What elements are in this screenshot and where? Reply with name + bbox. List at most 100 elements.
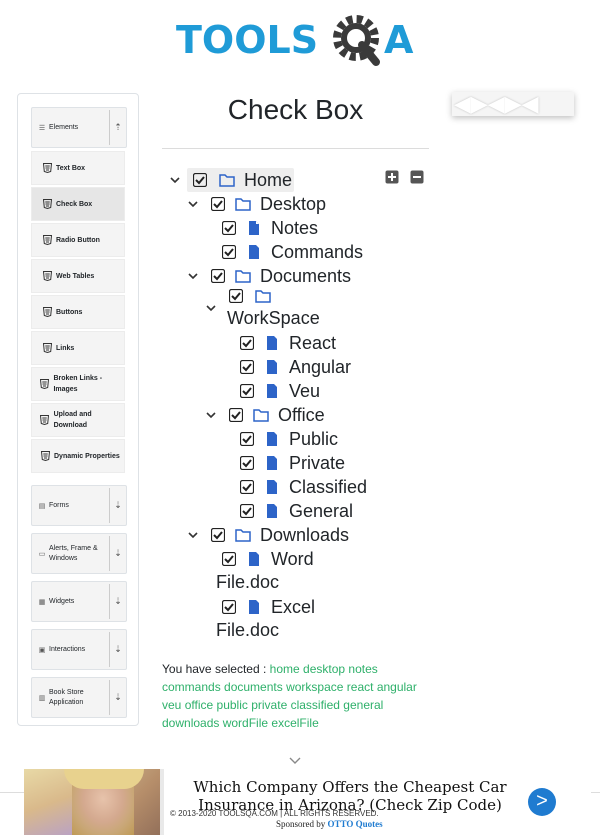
chevron-down-icon[interactable] [169, 174, 181, 186]
tree-node-label[interactable]: Public [289, 429, 338, 450]
checkbox-checked-icon[interactable] [222, 221, 236, 235]
footer-copyright: © 2013-2020 TOOLSQA.COM | ALL RIGHTS RES… [170, 809, 379, 818]
checkbox-checked-icon[interactable] [229, 408, 243, 422]
chevron-down-icon[interactable]: ⇣ [109, 584, 126, 619]
chevron-down-icon[interactable]: ⇣ [109, 536, 126, 571]
ad-person-hair [64, 769, 144, 789]
tree-node-commands: Commands [222, 240, 363, 264]
tree-node-documents: Documents [187, 264, 351, 288]
result-item: notes [348, 662, 378, 676]
checkbox-checked-icon[interactable] [240, 504, 254, 518]
file-icon [267, 336, 277, 350]
ad-banner-top[interactable]: ◀▶◀▶◀ [452, 92, 574, 116]
checkbox-checked-icon[interactable] [229, 289, 243, 303]
chevron-down-icon[interactable] [288, 755, 302, 767]
checkbox-checked-icon[interactable] [222, 552, 236, 566]
result-prefix: You have selected : [162, 662, 267, 676]
result-item: office [184, 698, 214, 712]
sidebar-item-radio-button[interactable]: Radio Button [31, 223, 125, 257]
ad-go-button[interactable]: > [528, 788, 556, 816]
chevron-down-icon[interactable]: ⇣ [109, 680, 126, 715]
tree-node-label[interactable]: General [289, 501, 353, 522]
sidebar-group-interactions[interactable]: ▣ Interactions ⇣ [31, 629, 127, 670]
checkbox-checked-icon[interactable] [240, 384, 254, 398]
tree-node-general: General [240, 499, 353, 523]
checkbox-checked-icon[interactable] [240, 480, 254, 494]
expand-all-button[interactable] [385, 170, 399, 184]
tree-node-label[interactable]: React [289, 333, 336, 354]
chevron-down-icon[interactable] [187, 529, 199, 541]
checkbox-checked-icon[interactable] [211, 197, 225, 211]
chevron-down-icon[interactable] [205, 409, 217, 421]
checkbox-checked-icon[interactable] [193, 173, 207, 187]
tree-node-label-continued[interactable]: File.doc [216, 620, 279, 641]
sidebar-item-web-tables[interactable]: Web Tables [31, 259, 125, 293]
sidebar-group-alerts[interactable]: ▭ Alerts, Frame & Windows ⇣ [31, 533, 127, 574]
checkbox-checked-icon[interactable] [240, 336, 254, 350]
tree-node-label[interactable]: Home [244, 170, 292, 191]
sidebar-item-broken-links[interactable]: Broken Links - Images [31, 367, 125, 401]
chevron-down-icon[interactable]: ⇣ [109, 632, 126, 667]
checkbox-checked-icon[interactable] [222, 600, 236, 614]
file-icon [267, 504, 277, 518]
tree-node-label[interactable]: Word [271, 549, 314, 570]
ad-arrows-icon: ◀▶◀▶◀ [454, 92, 539, 116]
sidebar-group-label: Alerts, Frame & Windows [49, 544, 98, 562]
chevron-up-icon[interactable]: ⇡ [109, 110, 126, 145]
ad-banner-bottom[interactable]: Which Company Offers the Cheapest Car In… [24, 769, 591, 835]
sidebar-item-dynamic-properties[interactable]: Dynamic Properties [31, 439, 125, 473]
tree-node-label[interactable]: Documents [260, 266, 351, 287]
sidebar-group-forms[interactable]: ▤ Forms ⇣ [31, 485, 127, 526]
checkbox-checked-icon[interactable] [240, 360, 254, 374]
tree-node-label[interactable]: Angular [289, 357, 351, 378]
widgets-grid-icon: ▦ [38, 598, 46, 606]
form-icon: ▤ [38, 502, 46, 510]
chevron-down-icon[interactable]: ⇣ [109, 488, 126, 523]
tree-node-label[interactable]: Veu [289, 381, 320, 402]
ad-sponsor-name[interactable]: OTTO Quotes [328, 819, 383, 829]
ad-sponsor: Sponsored by OTTO Quotes [276, 819, 383, 829]
sidebar-group-widgets[interactable]: ▦ Widgets ⇣ [31, 581, 127, 622]
tree-node-label[interactable]: Classified [289, 477, 367, 498]
chevron-down-icon[interactable] [187, 270, 199, 282]
sidebar-item-text-box[interactable]: Text Box [31, 151, 125, 185]
checkbox-checked-icon[interactable] [222, 245, 236, 259]
checkbox-checked-icon[interactable] [211, 528, 225, 542]
tree-node-label[interactable]: Desktop [260, 194, 326, 215]
chevron-down-icon[interactable] [187, 198, 199, 210]
checkbox-checked-icon[interactable] [240, 456, 254, 470]
file-icon [267, 480, 277, 494]
tree-node-label[interactable]: Private [289, 453, 345, 474]
result-item: react [346, 680, 374, 694]
tree-node-label[interactable]: Office [278, 405, 325, 426]
tree-node-label[interactable]: WorkSpace [227, 308, 320, 329]
tree-node-label-continued[interactable]: File.doc [216, 572, 279, 593]
sidebar-item-buttons[interactable]: Buttons [31, 295, 125, 329]
folder-icon [219, 174, 235, 187]
chevron-down-icon[interactable] [205, 302, 217, 314]
tree-node-label[interactable]: Commands [271, 242, 363, 263]
checkbox-checked-icon[interactable] [211, 269, 225, 283]
file-icon [249, 552, 259, 566]
sidebar-group-book-store[interactable]: ▥ Book Store Application ⇣ [31, 677, 127, 718]
result-item: veu [162, 698, 182, 712]
tree-node-label[interactable]: Notes [271, 218, 318, 239]
file-icon [267, 456, 277, 470]
sidebar-item-links[interactable]: Links [31, 331, 125, 365]
tree-node-classified: Classified [240, 475, 367, 499]
ad-image[interactable] [24, 769, 160, 835]
tree-node-desktop: Desktop [187, 192, 326, 216]
checkbox-checked-icon[interactable] [240, 432, 254, 446]
tree-node-label[interactable]: Excel [271, 597, 315, 618]
sidebar-item-upload-download[interactable]: Upload and Download [31, 403, 125, 437]
sidebar-item-label: Links [56, 344, 75, 352]
toolsqa-logo[interactable]: TOOLS A [176, 12, 418, 68]
tree-node-label[interactable]: Downloads [260, 525, 349, 546]
collapse-all-button[interactable] [410, 170, 424, 184]
result-item: excelFile [271, 716, 319, 730]
sidebar-group-elements[interactable]: ☰ Elements ⇡ [31, 107, 127, 148]
folder-icon [235, 270, 251, 283]
sidebar-item-label: Web Tables [56, 272, 95, 280]
sidebar-item-check-box[interactable]: Check Box [31, 187, 125, 221]
tree-node-public: Public [240, 427, 338, 451]
